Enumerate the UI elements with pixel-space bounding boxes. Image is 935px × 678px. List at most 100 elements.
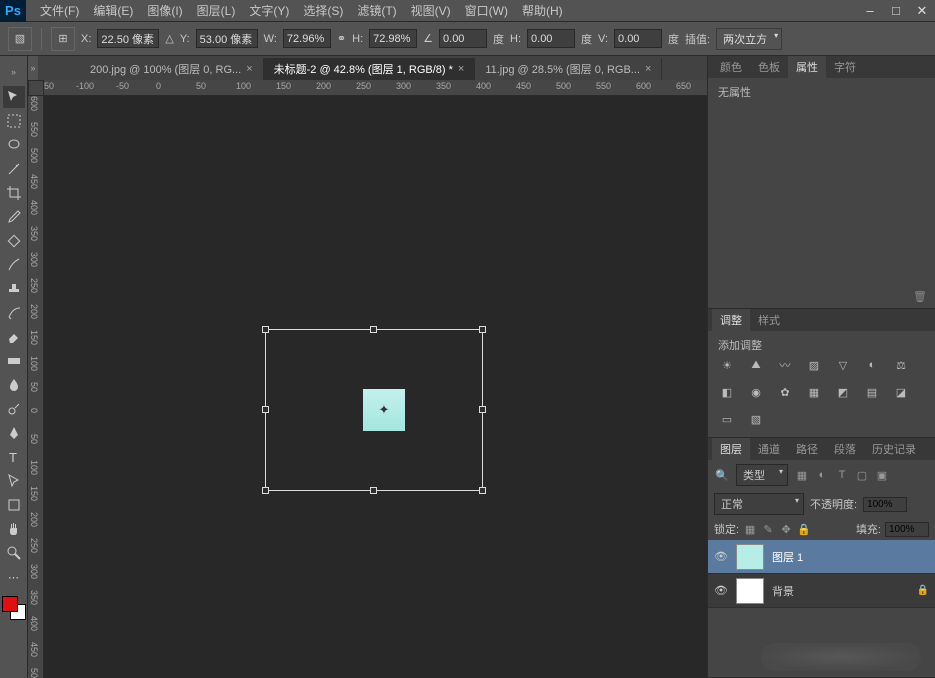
lock-position-icon[interactable]: ✥ — [779, 522, 793, 536]
tab-styles[interactable]: 样式 — [750, 309, 788, 331]
levels-icon[interactable]: ⛰ — [747, 357, 765, 373]
gradient-map-icon[interactable]: ▭ — [718, 411, 736, 427]
menu-edit[interactable]: 编辑(E) — [87, 0, 139, 22]
lock-all-icon[interactable]: 🔒 — [797, 522, 811, 536]
filter-adjust-icon[interactable]: ◐ — [814, 467, 830, 483]
opacity-input[interactable] — [863, 497, 907, 512]
blend-mode-dropdown[interactable]: 正常 — [714, 493, 804, 515]
type-tool[interactable]: T — [3, 446, 25, 468]
move-tool[interactable] — [3, 86, 25, 108]
close-icon[interactable]: × — [645, 63, 651, 75]
layer-thumbnail[interactable] — [736, 544, 764, 570]
skew-h-input[interactable] — [527, 29, 575, 48]
handle-br[interactable] — [479, 487, 486, 494]
menu-type[interactable]: 文字(Y) — [243, 0, 295, 22]
brush-tool[interactable] — [3, 254, 25, 276]
channel-mixer-icon[interactable]: ✿ — [776, 384, 794, 400]
marquee-tool[interactable] — [3, 110, 25, 132]
close-button[interactable]: ✕ — [909, 0, 935, 22]
pen-tool[interactable] — [3, 422, 25, 444]
edit-toolbar[interactable]: ⋯ — [3, 566, 25, 588]
filter-pixel-icon[interactable]: ▦ — [794, 467, 810, 483]
filter-shape-icon[interactable]: ▢ — [854, 467, 870, 483]
crop-tool[interactable] — [3, 182, 25, 204]
invert-icon[interactable]: ◩ — [834, 384, 852, 400]
toolbox-expand[interactable]: » — [9, 60, 19, 84]
tab-channels[interactable]: 通道 — [750, 438, 788, 460]
handle-tr[interactable] — [479, 326, 486, 333]
transform-tool-icon[interactable]: ▧ — [8, 27, 32, 51]
reference-point-icon[interactable]: ⊞ — [51, 27, 75, 51]
eyedropper-tool[interactable] — [3, 206, 25, 228]
stamp-tool[interactable] — [3, 278, 25, 300]
tab-layers[interactable]: 图层 — [712, 438, 750, 460]
w-input[interactable] — [283, 29, 331, 48]
path-select-tool[interactable] — [3, 470, 25, 492]
filter-type-icon[interactable]: T — [834, 467, 850, 483]
filter-smart-icon[interactable]: ▣ — [874, 467, 890, 483]
hand-tool[interactable] — [3, 518, 25, 540]
tab-adjustments[interactable]: 调整 — [712, 309, 750, 331]
ruler-horizontal[interactable]: -150-100-5005010015020025030035040045050… — [44, 80, 707, 96]
lookup-icon[interactable]: ▦ — [805, 384, 823, 400]
exposure-icon[interactable]: ▨ — [805, 357, 823, 373]
handle-t[interactable] — [370, 326, 377, 333]
blur-tool[interactable] — [3, 374, 25, 396]
visibility-icon[interactable]: 👁 — [714, 584, 728, 597]
posterize-icon[interactable]: ▤ — [863, 384, 881, 400]
color-swatches[interactable] — [2, 596, 26, 620]
lock-pixels-icon[interactable]: ✎ — [761, 522, 775, 536]
tab-history[interactable]: 历史记录 — [864, 438, 924, 460]
gradient-tool[interactable] — [3, 350, 25, 372]
tab-properties[interactable]: 属性 — [788, 56, 826, 78]
panel-expand[interactable]: » — [28, 56, 38, 80]
tab-paths[interactable]: 路径 — [788, 438, 826, 460]
minimize-button[interactable]: – — [857, 0, 883, 22]
healing-tool[interactable] — [3, 230, 25, 252]
foreground-color[interactable] — [2, 596, 18, 612]
handle-l[interactable] — [262, 406, 269, 413]
handle-bl[interactable] — [262, 487, 269, 494]
eraser-tool[interactable] — [3, 326, 25, 348]
doc-tab-3[interactable]: 11.jpg @ 28.5% (图层 0, RGB...× — [475, 58, 662, 80]
menu-window[interactable]: 窗口(W) — [459, 0, 514, 22]
skew-v-input[interactable] — [614, 29, 662, 48]
tab-swatches[interactable]: 色板 — [750, 56, 788, 78]
interpolation-dropdown[interactable]: 两次立方 — [716, 28, 782, 50]
menu-filter[interactable]: 滤镜(T) — [351, 0, 402, 22]
menu-view[interactable]: 视图(V) — [405, 0, 457, 22]
angle-input[interactable] — [439, 29, 487, 48]
balance-icon[interactable]: ⚖ — [892, 357, 910, 373]
selective-color-icon[interactable]: ▧ — [747, 411, 765, 427]
shape-tool[interactable] — [3, 494, 25, 516]
layer-filter-dropdown[interactable]: 类型 — [736, 464, 788, 486]
menu-select[interactable]: 选择(S) — [297, 0, 349, 22]
search-icon[interactable]: 🔍 — [714, 467, 730, 483]
tab-paragraph[interactable]: 段落 — [826, 438, 864, 460]
tab-character[interactable]: 字符 — [826, 56, 864, 78]
close-icon[interactable]: × — [246, 63, 252, 75]
ruler-vertical[interactable]: 6005505004504003503002502001501005005010… — [28, 96, 44, 678]
maximize-button[interactable]: □ — [883, 0, 909, 22]
lock-transparency-icon[interactable]: ▦ — [743, 522, 757, 536]
delta-icon[interactable]: △ — [165, 32, 173, 45]
curves-icon[interactable]: 〰 — [776, 357, 794, 373]
zoom-tool[interactable] — [3, 542, 25, 564]
trash-icon[interactable]: 🗑 — [913, 290, 927, 306]
hue-icon[interactable]: ◐ — [863, 357, 881, 373]
photo-filter-icon[interactable]: ◉ — [747, 384, 765, 400]
close-icon[interactable]: × — [458, 63, 464, 75]
layer-thumbnail[interactable] — [736, 578, 764, 604]
handle-b[interactable] — [370, 487, 377, 494]
menu-help[interactable]: 帮助(H) — [516, 0, 569, 22]
menu-image[interactable]: 图像(I) — [141, 0, 188, 22]
y-input[interactable] — [196, 29, 258, 48]
layer-row[interactable]: 👁 背景 🔒 — [708, 574, 935, 608]
link-icon[interactable]: ⚭ — [337, 32, 346, 45]
tab-color[interactable]: 颜色 — [712, 56, 750, 78]
handle-tl[interactable] — [262, 326, 269, 333]
layer-panel-buttons[interactable] — [761, 643, 921, 671]
lasso-tool[interactable] — [3, 134, 25, 156]
menu-layer[interactable]: 图层(L) — [191, 0, 242, 22]
menu-file[interactable]: 文件(F) — [34, 0, 85, 22]
